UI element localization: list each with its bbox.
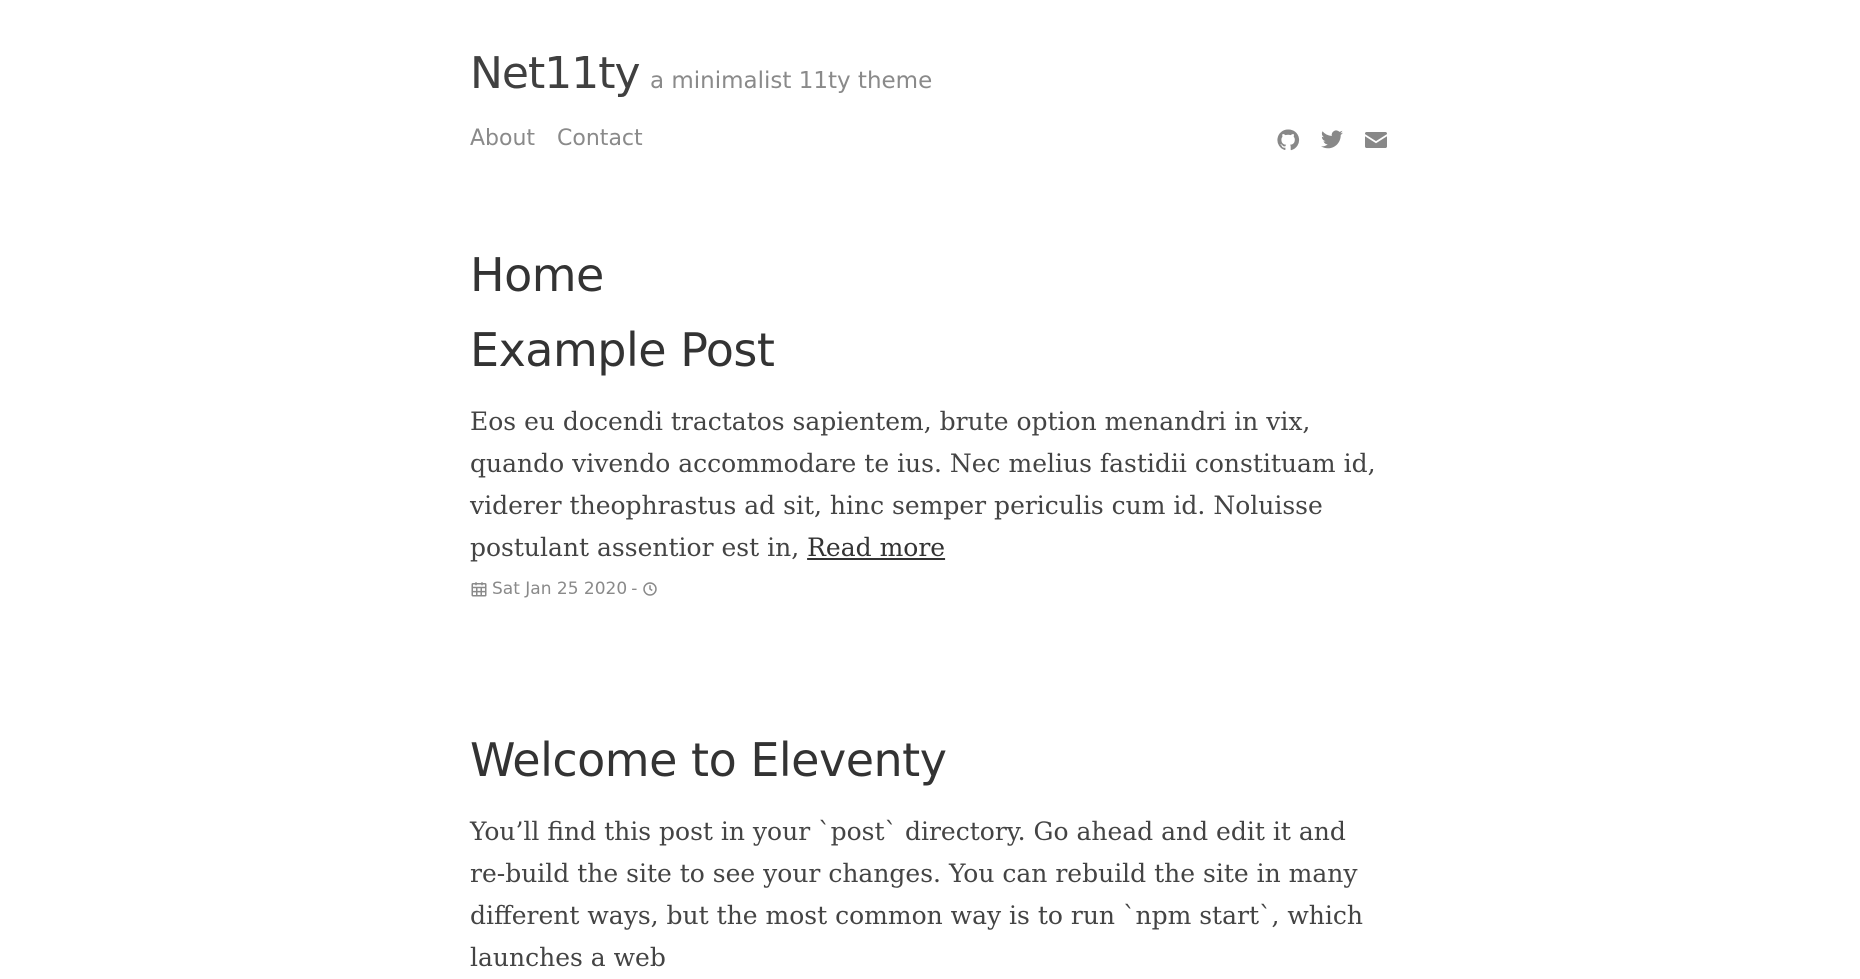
site-title[interactable]: Net11ty — [470, 48, 641, 99]
page-heading: Home — [470, 248, 604, 302]
post-title[interactable]: Welcome to Eleventy — [470, 733, 1388, 787]
page-container: Net11ty a minimalist 11ty theme About Co… — [470, 0, 1388, 972]
nav-item-contact[interactable]: Contact — [557, 126, 643, 151]
clock-icon — [643, 582, 658, 596]
post-date: Sat Jan 25 2020 — [492, 579, 628, 599]
post-excerpt-text: You’ll find this post in your `post` dir… — [470, 817, 1363, 972]
post-excerpt: You’ll find this post in your `post` dir… — [470, 811, 1388, 979]
twitter-icon[interactable] — [1320, 128, 1344, 152]
email-icon[interactable] — [1364, 128, 1388, 152]
post-title[interactable]: Example Post — [470, 323, 1388, 377]
social-links — [1276, 128, 1388, 152]
meta-separator: - — [631, 579, 638, 599]
calendar-icon — [471, 582, 487, 597]
read-more-link[interactable]: Read more — [807, 533, 945, 562]
post-item: Example Post Eos eu docendi tractatos sa… — [470, 323, 1388, 599]
site-header: Net11ty a minimalist 11ty theme About Co… — [470, 0, 1388, 180]
post-item: Welcome to Eleventy You’ll find this pos… — [470, 733, 1388, 979]
post-meta: Sat Jan 25 2020 - — [470, 579, 1388, 599]
site-tagline: a minimalist 11ty theme — [649, 68, 933, 94]
brand: Net11ty a minimalist 11ty theme — [470, 48, 932, 99]
github-icon[interactable] — [1276, 128, 1300, 152]
nav-item-about[interactable]: About — [470, 126, 535, 151]
main-nav: About Contact — [470, 126, 643, 151]
post-excerpt: Eos eu docendi tractatos sapientem, brut… — [470, 401, 1388, 569]
